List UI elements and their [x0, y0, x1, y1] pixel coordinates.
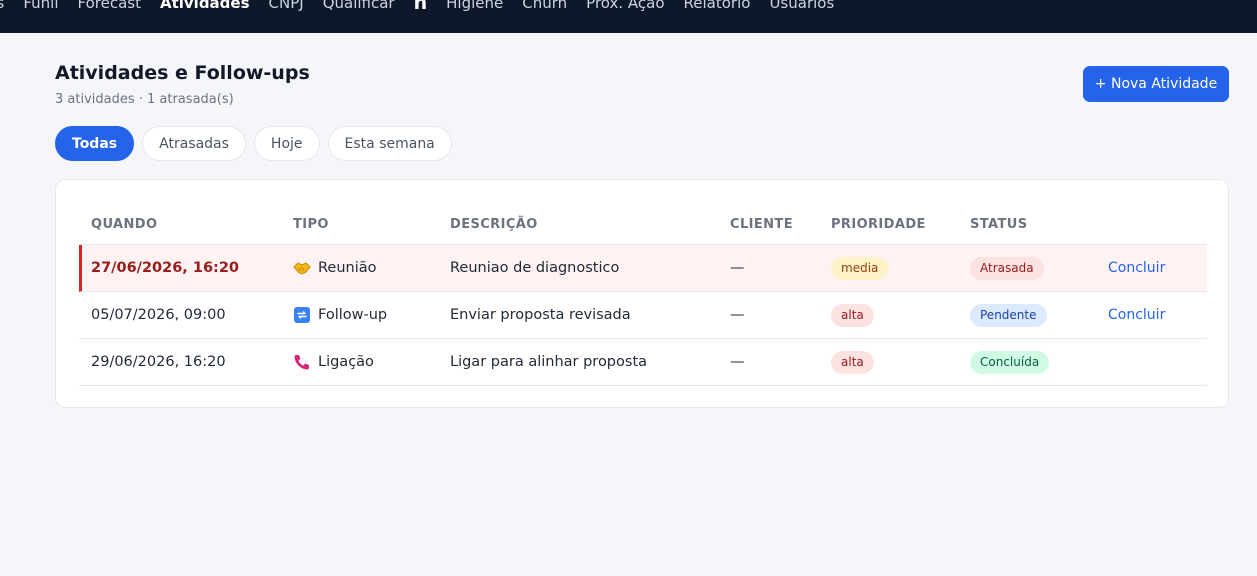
- nav-item-higiene[interactable]: Higiene: [446, 0, 503, 18]
- page-subtitle: 3 atividades · 1 atrasada(s): [55, 92, 234, 107]
- filter-hoje[interactable]: Hoje: [253, 126, 320, 161]
- status-cell: Concluída: [970, 339, 1050, 385]
- repeat-icon: [293, 306, 311, 324]
- status-badge: Pendente: [970, 303, 1047, 327]
- column-header-cliente[interactable]: CLIENTE: [730, 217, 793, 232]
- status-badge: Concluída: [970, 350, 1050, 374]
- column-header-quando[interactable]: QUANDO: [91, 217, 157, 232]
- activity-description: Ligar para alinhar proposta: [450, 354, 648, 370]
- filter-todas[interactable]: Todas: [55, 126, 135, 161]
- priority-badge: alta: [831, 303, 874, 327]
- column-header-descricao[interactable]: DESCRIÇÃO: [450, 217, 538, 232]
- priority-cell: alta: [831, 292, 874, 338]
- status-cell: Pendente: [970, 292, 1047, 338]
- priority-cell: alta: [831, 339, 874, 385]
- complete-activity-link[interactable]: Concluir: [1108, 307, 1165, 323]
- filter-tabs: Todas Atrasadas Hoje Esta semana: [55, 126, 452, 161]
- column-header-status[interactable]: STATUS: [970, 217, 1027, 232]
- activity-when: 27/06/2026, 16:20: [91, 260, 240, 276]
- priority-badge: alta: [831, 350, 874, 374]
- table-row[interactable]: 29/06/2026, 16:20 Ligação Ligar para ali…: [79, 339, 1207, 386]
- column-header-prioridade[interactable]: PRIORIDADE: [831, 217, 926, 232]
- activity-when: 29/06/2026, 16:20: [91, 354, 226, 370]
- activity-client: —: [730, 260, 745, 276]
- nav-item-churn[interactable]: Churn: [522, 0, 567, 18]
- nav-item-forecast[interactable]: Forecast: [78, 0, 141, 18]
- nav-item-glyph[interactable]: h: [414, 0, 428, 18]
- activity-description: Reuniao de diagnostico: [450, 260, 620, 276]
- nav-item-atividades[interactable]: Atividades: [160, 0, 250, 18]
- activity-type: Reunião: [293, 245, 377, 291]
- status-cell: Atrasada: [970, 245, 1044, 291]
- nav-item-prox-acao[interactable]: Próx. Ação: [586, 0, 664, 18]
- activity-type-label: Reunião: [318, 260, 377, 276]
- filter-esta-semana[interactable]: Esta semana: [327, 126, 452, 161]
- activity-when: 05/07/2026, 09:00: [91, 307, 226, 323]
- status-badge: Atrasada: [970, 256, 1044, 280]
- nav-item-usuarios[interactable]: Usuários: [769, 0, 834, 18]
- activity-description: Enviar proposta revisada: [450, 307, 631, 323]
- nav-item-leads[interactable]: ds: [0, 0, 4, 18]
- nav-item-relatorio[interactable]: Relatório: [684, 0, 751, 18]
- complete-activity-link[interactable]: Concluir: [1108, 260, 1165, 276]
- nav-item-qualificar[interactable]: Qualificar: [323, 0, 395, 18]
- nav-item-funil[interactable]: Funil: [23, 0, 58, 18]
- handshake-icon: [293, 259, 311, 277]
- filter-atrasadas[interactable]: Atrasadas: [142, 126, 246, 161]
- table-header: QUANDO TIPO DESCRIÇÃO CLIENTE PRIORIDADE…: [79, 200, 1207, 245]
- activities-table: QUANDO TIPO DESCRIÇÃO CLIENTE PRIORIDADE…: [79, 200, 1207, 386]
- phone-icon: [293, 353, 311, 371]
- page-title: Atividades e Follow-ups: [55, 62, 310, 84]
- nav-item-cnpj[interactable]: CNPJ: [269, 0, 304, 18]
- table-row[interactable]: 05/07/2026, 09:00 Follow-up Enviar propo…: [79, 292, 1207, 339]
- activity-type-label: Follow-up: [318, 307, 388, 323]
- top-navigation: ds Funil Forecast Atividades CNPJ Qualif…: [0, 0, 1257, 33]
- activities-card: QUANDO TIPO DESCRIÇÃO CLIENTE PRIORIDADE…: [55, 179, 1229, 408]
- action-cell: Concluir: [1108, 292, 1165, 338]
- new-activity-button[interactable]: + Nova Atividade: [1083, 66, 1229, 102]
- priority-cell: media: [831, 245, 889, 291]
- activity-type-label: Ligação: [318, 354, 374, 370]
- column-header-tipo[interactable]: TIPO: [293, 217, 329, 232]
- activity-type: Follow-up: [293, 292, 387, 338]
- activity-client: —: [730, 307, 745, 323]
- activity-client: —: [730, 354, 745, 370]
- activity-type: Ligação: [293, 339, 374, 385]
- action-cell: Concluir: [1108, 245, 1165, 291]
- table-row[interactable]: 27/06/2026, 16:20 Reunião Reuniao de dia…: [79, 245, 1207, 292]
- priority-badge: media: [831, 256, 889, 280]
